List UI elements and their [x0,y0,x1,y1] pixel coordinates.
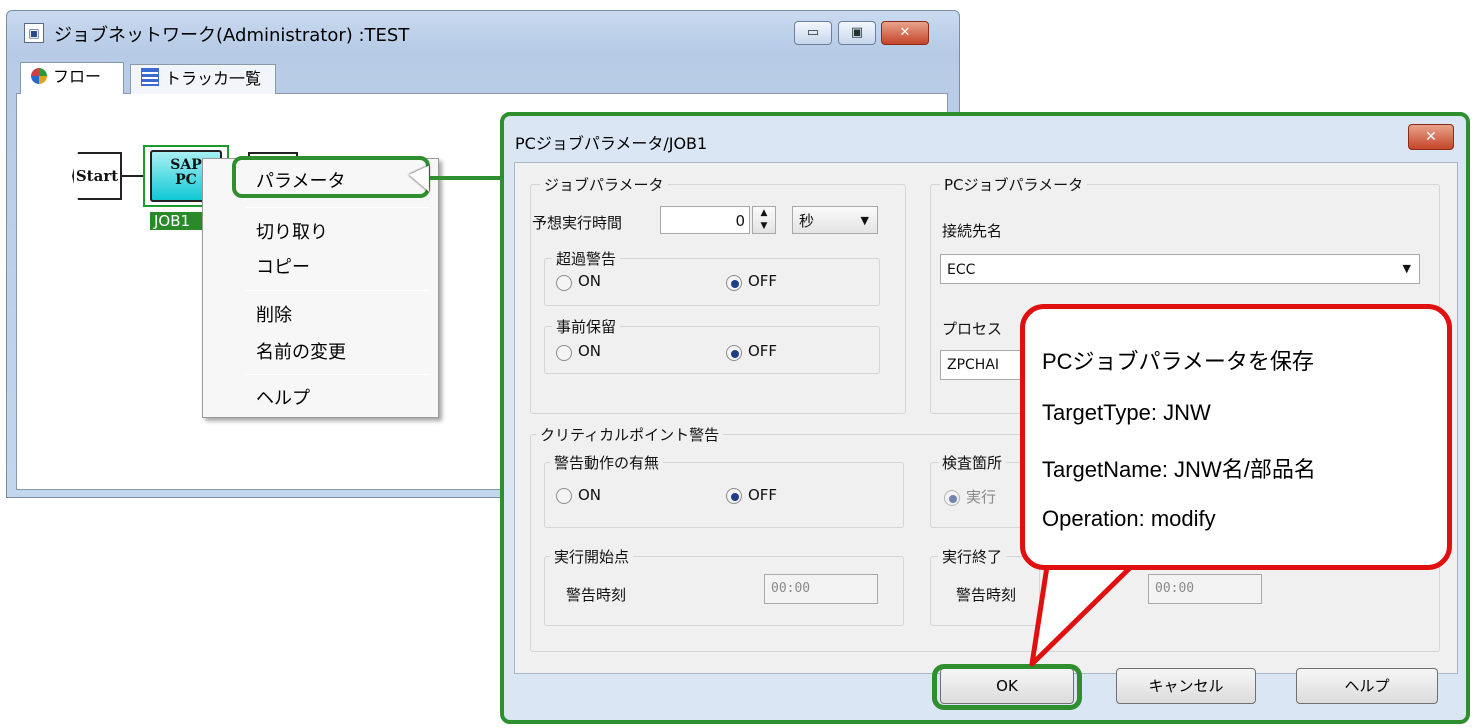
expected-time-input[interactable]: 0 [660,206,750,234]
menu-item-copy[interactable]: コピー [256,253,310,279]
hold-on-label: ON [578,342,602,360]
exec-start-label: 実行開始点 [550,546,634,567]
menu-separator [246,290,430,291]
expected-time-label: 予想実行時間 [532,214,623,232]
warning-action-off-label: OFF [748,486,778,504]
window-app-icon: ▣ [24,23,44,43]
menu-separator [246,207,430,208]
hold-off-label: OFF [748,342,778,360]
close-button[interactable]: ✕ [881,21,929,45]
callout-line-4: Operation: modify [1042,506,1216,531]
menu-item-rename[interactable]: 名前の変更 [256,338,346,364]
callout-line-3: TargetName: JNW名/部品名 [1042,457,1316,482]
help-button[interactable]: ヘルプ [1296,668,1438,704]
ok-highlight [932,664,1082,710]
tab-flow-label: フロー [53,67,102,86]
hold-label: 事前保留 [552,316,621,337]
start-warn-time-label: 警告時刻 [566,586,627,604]
callout-line-1: PCジョブパラメータを保存 [1042,349,1314,374]
tab-tracker-list[interactable]: トラッカ一覧 [130,64,276,94]
overtime-label: 超過警告 [552,248,621,269]
start-node[interactable]: Start [72,152,122,200]
parameter-highlight [232,156,430,198]
menu-item-help[interactable]: ヘルプ [256,384,310,410]
process-label: プロセス [942,320,1003,338]
chevron-down-icon: ▼ [1402,262,1411,275]
check-point-label: 検査箇所 [938,452,1007,473]
menu-item-delete[interactable]: 削除 [256,301,292,327]
callout-line-2: TargetType: JNW [1042,400,1211,425]
warning-action-label: 警告動作の有無 [550,452,664,473]
tracker-list-icon [141,68,159,86]
menu-separator [246,374,430,375]
hold-off-radio[interactable] [726,345,742,361]
overtime-off-label: OFF [748,272,778,290]
destination-label: 接続先名 [942,222,1003,240]
callout-tail [1029,560,1142,667]
end-warn-time-label: 警告時刻 [956,586,1017,604]
warning-action-on-label: ON [578,486,602,504]
maximize-button[interactable]: ▣ [838,21,876,45]
overtime-off-radio[interactable] [726,275,742,291]
menu-item-cut[interactable]: 切り取り [256,218,328,244]
destination-select[interactable]: ECC ▼ [940,254,1420,284]
flow-icon [31,68,47,84]
hold-on-radio[interactable] [556,345,572,361]
end-warn-time-input[interactable]: 00:00 [1148,574,1262,604]
exec-end-label: 実行終了 [938,546,1007,567]
warning-action-off-radio[interactable] [726,488,742,504]
critical-group-label: クリティカルポイント警告 [536,424,724,445]
check-point-option: 実行 [966,488,997,506]
minimize-button[interactable]: ▭ [794,21,832,45]
expected-time-spinner[interactable]: ▲ ▼ [752,206,776,234]
overtime-on-label: ON [578,272,602,290]
warning-action-on-radio[interactable] [556,488,572,504]
chevron-down-icon: ▼ [860,214,869,227]
window-title: ジョブネットワーク(Administrator) :TEST [54,25,410,46]
cancel-button[interactable]: キャンセル [1116,668,1256,704]
overtime-on-radio[interactable] [556,275,572,291]
unit-select[interactable]: 秒 ▼ [792,206,878,234]
sap-node-label: JOB1 [150,212,210,230]
check-point-radio[interactable] [944,490,960,506]
dialog-close-button[interactable]: ✕ [1408,124,1454,150]
pc-params-group-label: PCジョブパラメータ [940,174,1088,195]
destination-value: ECC [947,262,976,278]
unit-select-value: 秒 [799,212,815,230]
job-params-group-label: ジョブパラメータ [540,174,668,195]
tab-tracker-label: トラッカ一覧 [165,69,262,88]
tab-flow[interactable]: フロー [20,62,124,94]
callout-connector [430,176,502,180]
start-warn-time-input[interactable]: 00:00 [764,574,878,604]
dialog-title: PCジョブパラメータ/JOB1 [515,134,708,153]
